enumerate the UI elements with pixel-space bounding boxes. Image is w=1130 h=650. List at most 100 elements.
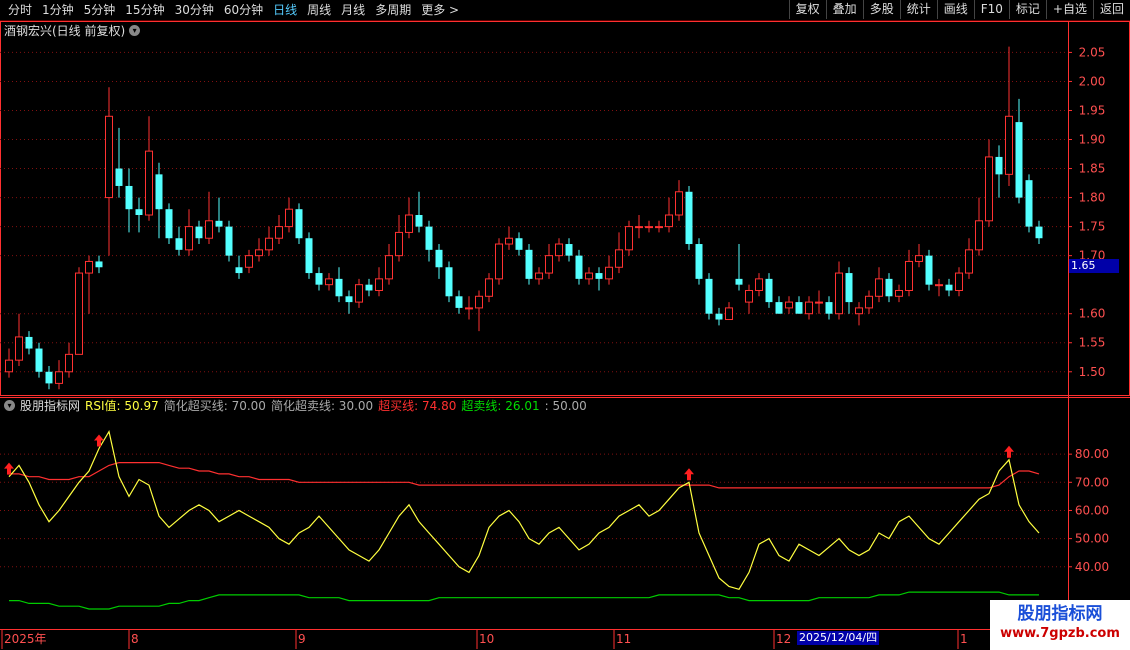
tool-button[interactable]: +自选 [1045, 0, 1093, 19]
date-tick-label: 12 [776, 632, 791, 646]
candle-body-up [985, 156, 993, 222]
rsi-tick-label: 40.00 [1075, 560, 1109, 574]
oversold-series-line [9, 591, 1039, 610]
candle-body-down [315, 273, 323, 285]
candle-body-up [1005, 115, 1013, 175]
overbought-series-line [9, 462, 1040, 489]
buy-signal-arrow-icon [94, 434, 104, 447]
rsi-value-label: RSI值: 50.97 [85, 399, 159, 413]
candle-body-down [575, 255, 583, 279]
candle-body-up [275, 226, 283, 239]
candle-body-up [385, 255, 393, 280]
candle-body-down [685, 191, 693, 245]
tool-button[interactable]: 叠加 [825, 0, 863, 19]
candle-body-down [135, 209, 143, 215]
candle-body-up [805, 301, 813, 315]
candle-body-down [125, 185, 133, 210]
candle-body-down [115, 168, 123, 186]
candle-body-down [425, 226, 433, 250]
period-tab[interactable]: 日线 [269, 2, 303, 18]
candle-body-down [365, 284, 373, 291]
candle-body-up [495, 243, 503, 280]
period-tab[interactable]: 多周期 [371, 2, 417, 18]
candle-body-up [145, 150, 153, 216]
candle-body-down [995, 156, 1003, 175]
candle-body-up [485, 278, 493, 297]
candle-body-up [955, 272, 963, 291]
candle-body-down [515, 238, 523, 250]
tool-button[interactable]: 返回 [1092, 0, 1130, 19]
candle-body-up [245, 255, 253, 268]
tool-button[interactable]: 复权 [788, 0, 826, 19]
tool-button[interactable]: 统计 [899, 0, 937, 19]
candle-body-up [355, 284, 363, 303]
tool-button[interactable]: 标记 [1008, 0, 1046, 19]
candle-body-up [915, 255, 923, 262]
candle-body-up [255, 249, 263, 257]
candle-body-up [375, 278, 383, 291]
simple-oversold-label: 简化超卖线: 30.00 [270, 399, 374, 413]
candle-body-up [325, 278, 333, 286]
buy-signal-arrow-icon [1004, 445, 1014, 458]
period-tab[interactable]: 5分钟 [80, 2, 122, 18]
candle-body-up [815, 301, 823, 304]
candle-body-down [885, 278, 893, 297]
tool-button[interactable]: F10 [973, 0, 1009, 19]
candle-body-down [765, 278, 773, 303]
period-tab[interactable]: 分时 [4, 2, 38, 18]
period-tab[interactable]: 1分钟 [38, 2, 80, 18]
price-tick-label: 2.00 [1079, 74, 1106, 88]
candle-body-up [745, 289, 753, 303]
tool-button[interactable]: 画线 [936, 0, 974, 19]
candle-body-down [845, 273, 853, 303]
price-tick-label: 1.75 [1079, 220, 1106, 234]
candle-body-up [635, 226, 643, 229]
kline-chart[interactable]: 2.052.001.951.901.851.801.751.701.601.55… [0, 21, 1130, 650]
price-tick-label: 1.50 [1079, 365, 1106, 379]
candle-body-up [625, 226, 633, 251]
candle-body-up [755, 278, 763, 291]
price-tick-label: 1.60 [1079, 307, 1106, 321]
period-tab[interactable]: 60分钟 [220, 2, 269, 18]
candle-body-up [405, 214, 413, 233]
date-tick-label: 2025年 [4, 632, 47, 646]
period-tab[interactable]: 周线 [303, 2, 337, 18]
candle-body-up [905, 260, 913, 291]
candle-body-down [335, 278, 343, 297]
candle-body-down [25, 336, 33, 349]
candle-body-down [775, 302, 783, 314]
period-tab[interactable]: 30分钟 [171, 2, 220, 18]
rsi-tick-label: 80.00 [1075, 447, 1109, 461]
rsi-tick-label: 70.00 [1075, 475, 1109, 489]
candle-body-down [565, 244, 573, 256]
candle-body-down [415, 215, 423, 227]
overbought-label: 超买线: 74.80 [378, 399, 457, 413]
rsi-tick-label: 50.00 [1075, 532, 1109, 546]
tool-buttons: 复权 叠加 多股 统计 画线 F10 标记 +自选 返回 [788, 0, 1130, 19]
period-tab[interactable]: 更多 > [417, 2, 465, 18]
candle-body-down [705, 278, 713, 314]
candle-body-down [715, 313, 723, 320]
price-tick-label: 1.85 [1079, 162, 1106, 176]
indicator-name: 股朋指标网 [20, 399, 81, 413]
candle-body-up [55, 371, 63, 384]
date-tick-label: 11 [616, 632, 631, 646]
rsi-tick-label: 60.00 [1075, 503, 1109, 517]
candle-body-down [1015, 122, 1023, 198]
candle-body-down [95, 261, 103, 268]
mid-label: : 50.00 [544, 398, 587, 413]
candle-body-up [855, 307, 863, 315]
candle-body-down [925, 255, 933, 285]
period-tab[interactable]: 15分钟 [121, 2, 170, 18]
price-tick-label: 1.90 [1079, 133, 1106, 147]
candle-body-up [185, 226, 193, 251]
period-tab[interactable]: 月线 [337, 2, 371, 18]
tool-button[interactable]: 多股 [862, 0, 900, 19]
candle-body-down [225, 226, 233, 256]
candle-body-up [645, 226, 653, 229]
candle-body-down [825, 302, 833, 314]
candle-body-up [85, 260, 93, 274]
candle-body-down [195, 226, 203, 239]
simple-overbought-label: 简化超买线: 70.00 [163, 399, 266, 413]
chevron-down-icon[interactable]: ▾ [4, 400, 15, 411]
